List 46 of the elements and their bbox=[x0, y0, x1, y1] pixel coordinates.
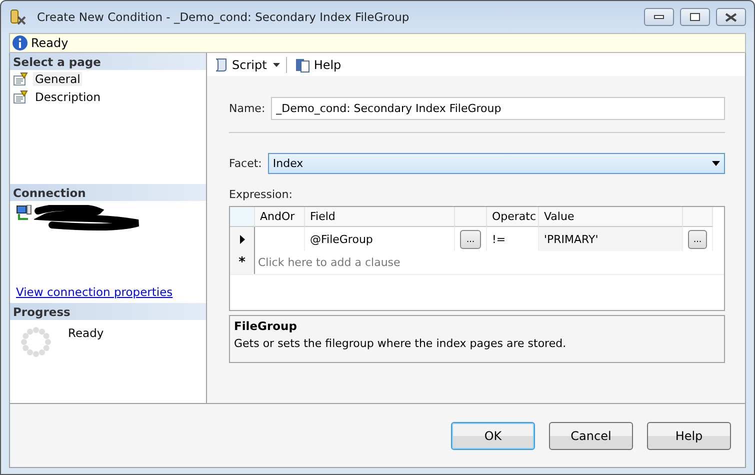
dialog-button[interactable]: OK bbox=[451, 422, 535, 450]
page-icon bbox=[13, 72, 29, 86]
maximize-button[interactable] bbox=[680, 8, 710, 26]
page-item[interactable]: General bbox=[33, 72, 82, 86]
book-icon bbox=[294, 56, 311, 72]
minimize-icon bbox=[654, 15, 664, 19]
description-text: Gets or sets the filegroup where the index pages are stored. bbox=[234, 337, 568, 350]
page-icon bbox=[13, 90, 29, 104]
progress-status: Ready bbox=[68, 326, 104, 342]
column-header: AndOr bbox=[255, 207, 305, 227]
status-text: Ready bbox=[31, 36, 68, 50]
description-title: FileGroup bbox=[234, 319, 298, 333]
script-button[interactable]: Script bbox=[211, 56, 269, 72]
close-icon bbox=[725, 12, 737, 22]
browse-button[interactable]: ... bbox=[688, 230, 707, 248]
section-header: Select a page bbox=[10, 53, 206, 70]
dropdown-arrow-icon bbox=[712, 161, 720, 166]
table-cell: 'PRIMARY' bbox=[539, 227, 683, 251]
name-label: Name: bbox=[229, 102, 266, 115]
section-header: Connection bbox=[10, 184, 206, 201]
close-button[interactable] bbox=[716, 8, 746, 26]
column-header: Field bbox=[305, 207, 455, 227]
add-clause-hint[interactable]: Click here to add a clause bbox=[255, 251, 400, 274]
spinner-icon bbox=[20, 326, 52, 358]
dialog-button[interactable]: Cancel bbox=[549, 422, 633, 450]
column-header: Operatc bbox=[487, 207, 539, 227]
browse-button[interactable]: ... bbox=[460, 230, 481, 248]
scroll-icon bbox=[213, 56, 229, 72]
name-field[interactable]: _Demo_cond: Secondary Index FileGroup bbox=[271, 97, 725, 120]
new-row-marker: * bbox=[238, 255, 246, 270]
facet-label: Facet: bbox=[229, 157, 262, 170]
server-icon bbox=[16, 205, 32, 221]
page-item[interactable]: Description bbox=[33, 90, 102, 104]
maximize-icon bbox=[690, 13, 700, 21]
view-connection-link[interactable]: View connection properties bbox=[16, 285, 200, 299]
section-header: Progress bbox=[10, 303, 206, 320]
expression-label: Expression: bbox=[229, 188, 294, 201]
info-icon bbox=[12, 35, 28, 51]
facet-dropdown[interactable]: Index bbox=[268, 153, 725, 174]
column-header: Value bbox=[539, 207, 683, 227]
minimize-button[interactable] bbox=[644, 8, 674, 26]
dialog-button[interactable]: Help bbox=[647, 422, 731, 450]
window-title: Create New Condition - _Demo_cond: Secondary Index FileGroup bbox=[37, 10, 410, 24]
caret-icon[interactable] bbox=[272, 62, 280, 66]
condition-icon bbox=[9, 8, 27, 26]
help-button[interactable]: Help bbox=[292, 56, 344, 72]
